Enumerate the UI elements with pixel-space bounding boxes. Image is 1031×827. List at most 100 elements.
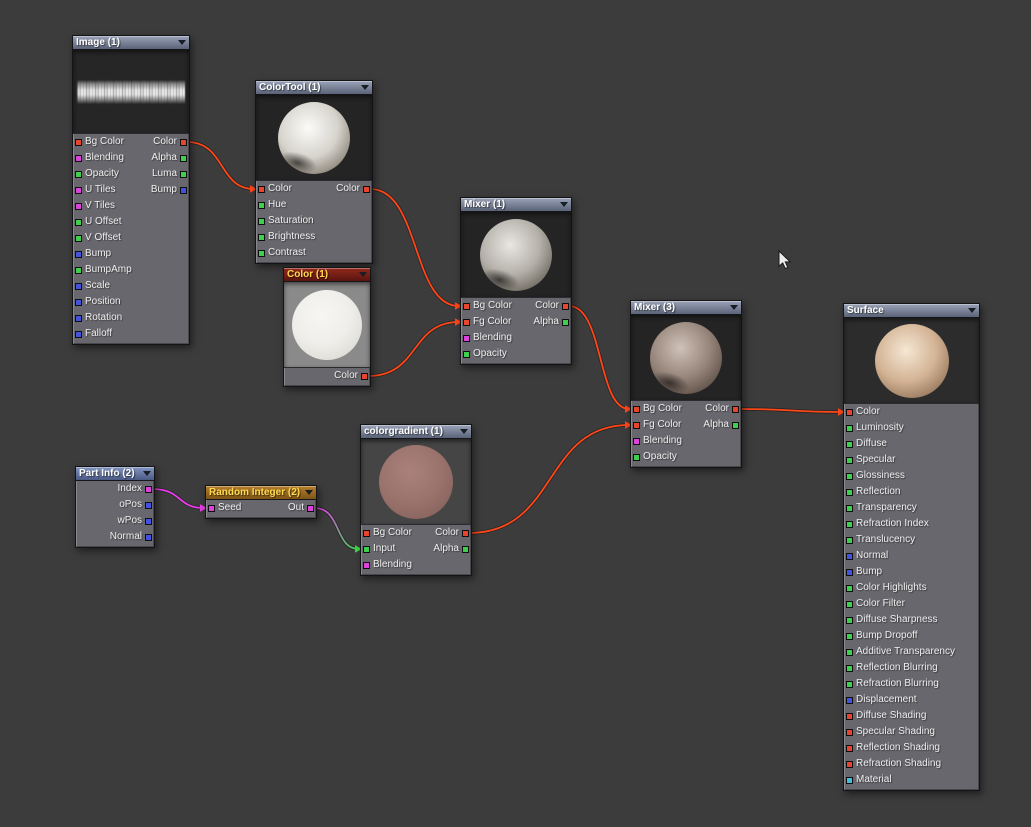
port-in-hue[interactable] <box>258 202 265 209</box>
port-in-u-tiles[interactable] <box>75 187 82 194</box>
port-in-refraction-blurring[interactable] <box>846 681 853 688</box>
chevron-down-icon[interactable] <box>359 272 367 277</box>
node-title-bar[interactable]: Surface <box>844 304 979 318</box>
node-title-bar[interactable]: ColorTool (1) <box>256 81 372 95</box>
node-part-info-2[interactable]: Part Info (2)IndexoPoswPosNormal <box>75 466 155 548</box>
chevron-down-icon[interactable] <box>968 308 976 313</box>
port-out-bump[interactable] <box>180 187 187 194</box>
chevron-down-icon[interactable] <box>143 471 151 476</box>
port-out-index[interactable] <box>145 486 152 493</box>
port-in-bump[interactable] <box>846 569 853 576</box>
port-out-alpha[interactable] <box>732 422 739 429</box>
node-image-1[interactable]: Image (1)Bg ColorColorBlendingAlphaOpaci… <box>72 35 190 345</box>
node-colortool-1[interactable]: ColorTool (1)ColorColorHueSaturationBrig… <box>255 80 373 264</box>
node-title-bar[interactable]: Random Integer (2) <box>206 486 316 500</box>
port-in-v-tiles[interactable] <box>75 203 82 210</box>
port-in-bg-color[interactable] <box>363 530 370 537</box>
node-title-bar[interactable]: Part Info (2) <box>76 467 154 481</box>
port-in-scale[interactable] <box>75 283 82 290</box>
port-in-v-offset[interactable] <box>75 235 82 242</box>
port-out-alpha[interactable] <box>180 155 187 162</box>
node-random-integer-2[interactable]: Random Integer (2)SeedOut <box>205 485 317 519</box>
port-out-color[interactable] <box>462 530 469 537</box>
port-in-falloff[interactable] <box>75 331 82 338</box>
port-in-u-offset[interactable] <box>75 219 82 226</box>
chevron-down-icon[interactable] <box>460 429 468 434</box>
port-in-additive-transparency[interactable] <box>846 649 853 656</box>
port-in-transparency[interactable] <box>846 505 853 512</box>
node-title-bar[interactable]: colorgradient (1) <box>361 425 471 439</box>
port-in-opacity[interactable] <box>633 454 640 461</box>
port-in-bg-color[interactable] <box>633 406 640 413</box>
port-in-brightness[interactable] <box>258 234 265 241</box>
port-in-bg-color[interactable] <box>463 303 470 310</box>
port-out-color[interactable] <box>361 373 368 380</box>
port-in-opacity[interactable] <box>75 171 82 178</box>
port-in-blending[interactable] <box>75 155 82 162</box>
port-in-refraction-shading[interactable] <box>846 761 853 768</box>
port-in-specular-shading[interactable] <box>846 729 853 736</box>
port-out-color[interactable] <box>363 186 370 193</box>
node-colorgradient-1[interactable]: colorgradient (1)Bg ColorColorInputAlpha… <box>360 424 472 576</box>
port-in-bumpamp[interactable] <box>75 267 82 274</box>
port-in-reflection[interactable] <box>846 489 853 496</box>
port-in-color[interactable] <box>258 186 265 193</box>
port-in-material[interactable] <box>846 777 853 784</box>
node-mixer-3[interactable]: Mixer (3)Bg ColorColorFg ColorAlphaBlend… <box>630 300 742 468</box>
port-in-bg-color[interactable] <box>75 139 82 146</box>
port-in-refraction-index[interactable] <box>846 521 853 528</box>
node-title-bar[interactable]: Color (1) <box>284 268 370 282</box>
port-in-input[interactable] <box>363 546 370 553</box>
chevron-down-icon[interactable] <box>730 305 738 310</box>
chevron-down-icon[interactable] <box>560 202 568 207</box>
chevron-down-icon[interactable] <box>361 85 369 90</box>
port-out-luma[interactable] <box>180 171 187 178</box>
node-graph-canvas[interactable]: Image (1)Bg ColorColorBlendingAlphaOpaci… <box>0 0 1031 827</box>
port-in-normal[interactable] <box>846 553 853 560</box>
node-mixer-1[interactable]: Mixer (1)Bg ColorColorFg ColorAlphaBlend… <box>460 197 572 365</box>
node-title-bar[interactable]: Image (1) <box>73 36 189 50</box>
port-in-seed[interactable] <box>208 505 215 512</box>
node-title: Part Info (2) <box>79 467 135 481</box>
port-in-diffuse-sharpness[interactable] <box>846 617 853 624</box>
port-in-glossiness[interactable] <box>846 473 853 480</box>
port-in-rotation[interactable] <box>75 315 82 322</box>
chevron-down-icon[interactable] <box>305 490 313 495</box>
port-out-normal[interactable] <box>145 534 152 541</box>
port-in-translucency[interactable] <box>846 537 853 544</box>
port-in-diffuse-shading[interactable] <box>846 713 853 720</box>
node-surface[interactable]: SurfaceColorLuminosityDiffuseSpecularGlo… <box>843 303 980 791</box>
port-in-luminosity[interactable] <box>846 425 853 432</box>
port-out-out[interactable] <box>307 505 314 512</box>
port-in-blending[interactable] <box>633 438 640 445</box>
port-in-blending[interactable] <box>363 562 370 569</box>
port-in-bump[interactable] <box>75 251 82 258</box>
node-title-bar[interactable]: Mixer (1) <box>461 198 571 212</box>
port-in-reflection-blurring[interactable] <box>846 665 853 672</box>
port-out-wpos[interactable] <box>145 518 152 525</box>
port-in-color[interactable] <box>846 409 853 416</box>
port-in-specular[interactable] <box>846 457 853 464</box>
port-in-fg-color[interactable] <box>463 319 470 326</box>
port-in-position[interactable] <box>75 299 82 306</box>
port-out-color[interactable] <box>732 406 739 413</box>
chevron-down-icon[interactable] <box>178 40 186 45</box>
port-in-opacity[interactable] <box>463 351 470 358</box>
port-in-fg-color[interactable] <box>633 422 640 429</box>
port-in-color-highlights[interactable] <box>846 585 853 592</box>
port-in-diffuse[interactable] <box>846 441 853 448</box>
port-in-displacement[interactable] <box>846 697 853 704</box>
port-in-contrast[interactable] <box>258 250 265 257</box>
node-title-bar[interactable]: Mixer (3) <box>631 301 741 315</box>
port-out-alpha[interactable] <box>562 319 569 326</box>
node-color-1[interactable]: Color (1)Color <box>283 267 371 387</box>
port-out-color[interactable] <box>180 139 187 146</box>
port-out-alpha[interactable] <box>462 546 469 553</box>
port-in-color-filter[interactable] <box>846 601 853 608</box>
port-in-reflection-shading[interactable] <box>846 745 853 752</box>
port-in-blending[interactable] <box>463 335 470 342</box>
port-in-saturation[interactable] <box>258 218 265 225</box>
port-out-color[interactable] <box>562 303 569 310</box>
port-out-opos[interactable] <box>145 502 152 509</box>
port-in-bump-dropoff[interactable] <box>846 633 853 640</box>
